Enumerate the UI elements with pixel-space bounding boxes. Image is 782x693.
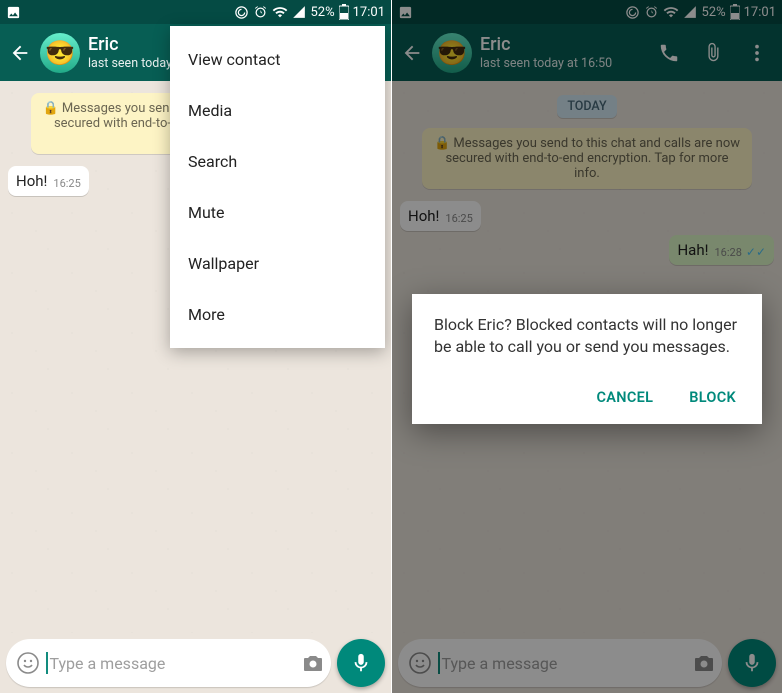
composer: Type a message xyxy=(0,633,391,693)
menu-wallpaper[interactable]: Wallpaper xyxy=(170,238,385,289)
dialog-message: Block Eric? Blocked contacts will no lon… xyxy=(434,314,740,359)
message-in[interactable]: Hoh! 16:25 xyxy=(8,166,89,196)
menu-view-contact[interactable]: View contact xyxy=(170,34,385,85)
clock: 17:01 xyxy=(353,5,385,20)
menu-media[interactable]: Media xyxy=(170,85,385,136)
back-button[interactable] xyxy=(8,41,32,65)
screenshot-icon xyxy=(6,5,21,20)
wifi-icon xyxy=(272,4,288,20)
menu-search[interactable]: Search xyxy=(170,136,385,187)
phone-right: 52% 17:01 😎 Eric last seen today at 16:5… xyxy=(391,0,782,693)
message-input[interactable]: Type a message xyxy=(6,639,331,687)
battery-pct: 52% xyxy=(310,5,334,20)
message-text: Hoh! xyxy=(16,172,47,190)
sync-icon xyxy=(234,5,249,20)
block-dialog: Block Eric? Blocked contacts will no lon… xyxy=(412,294,762,424)
overflow-menu: View contact Media Search Mute Wallpaper… xyxy=(170,26,385,348)
placeholder: Type a message xyxy=(50,654,296,673)
signal-icon xyxy=(292,5,306,19)
message-time: 16:25 xyxy=(53,177,80,190)
avatar[interactable]: 😎 xyxy=(40,33,80,73)
menu-more[interactable]: More xyxy=(170,289,385,340)
status-bar: 52% 17:01 xyxy=(0,0,391,24)
phone-left: 52% 17:01 😎 Eric last seen today 🔒 Messa… xyxy=(0,0,391,693)
camera-icon[interactable] xyxy=(301,651,325,675)
voice-fab[interactable] xyxy=(337,639,385,687)
menu-mute[interactable]: Mute xyxy=(170,187,385,238)
emoji-icon[interactable] xyxy=(16,651,40,675)
block-button[interactable]: BLOCK xyxy=(685,381,740,414)
alarm-icon xyxy=(253,5,268,20)
battery-icon xyxy=(339,4,349,20)
cancel-button[interactable]: CANCEL xyxy=(593,381,658,414)
text-cursor xyxy=(46,652,48,674)
